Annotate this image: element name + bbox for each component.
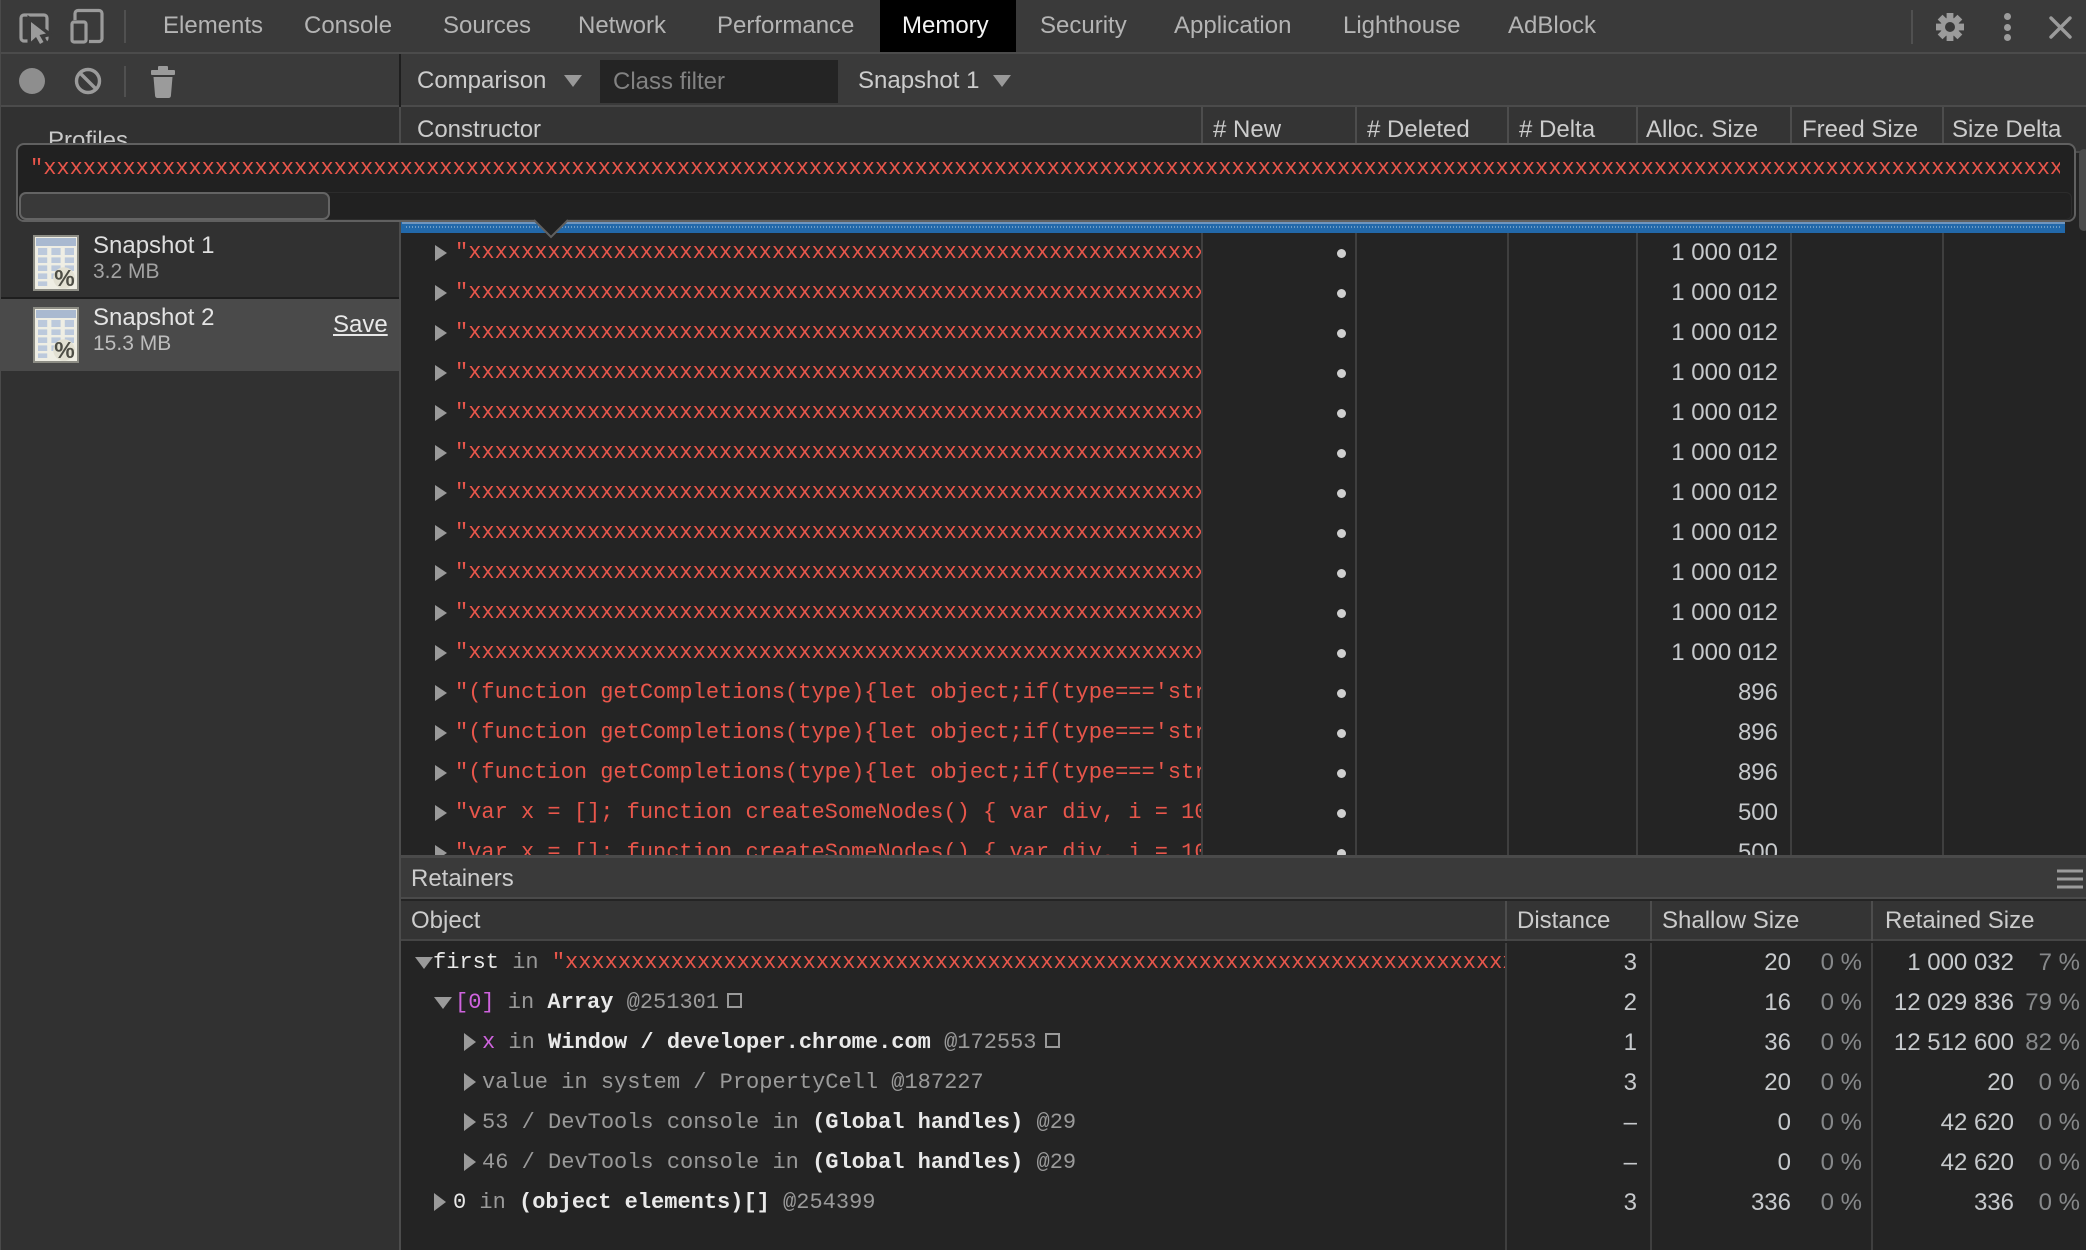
- svg-text:%: %: [54, 337, 74, 363]
- svg-text:%: %: [54, 265, 74, 291]
